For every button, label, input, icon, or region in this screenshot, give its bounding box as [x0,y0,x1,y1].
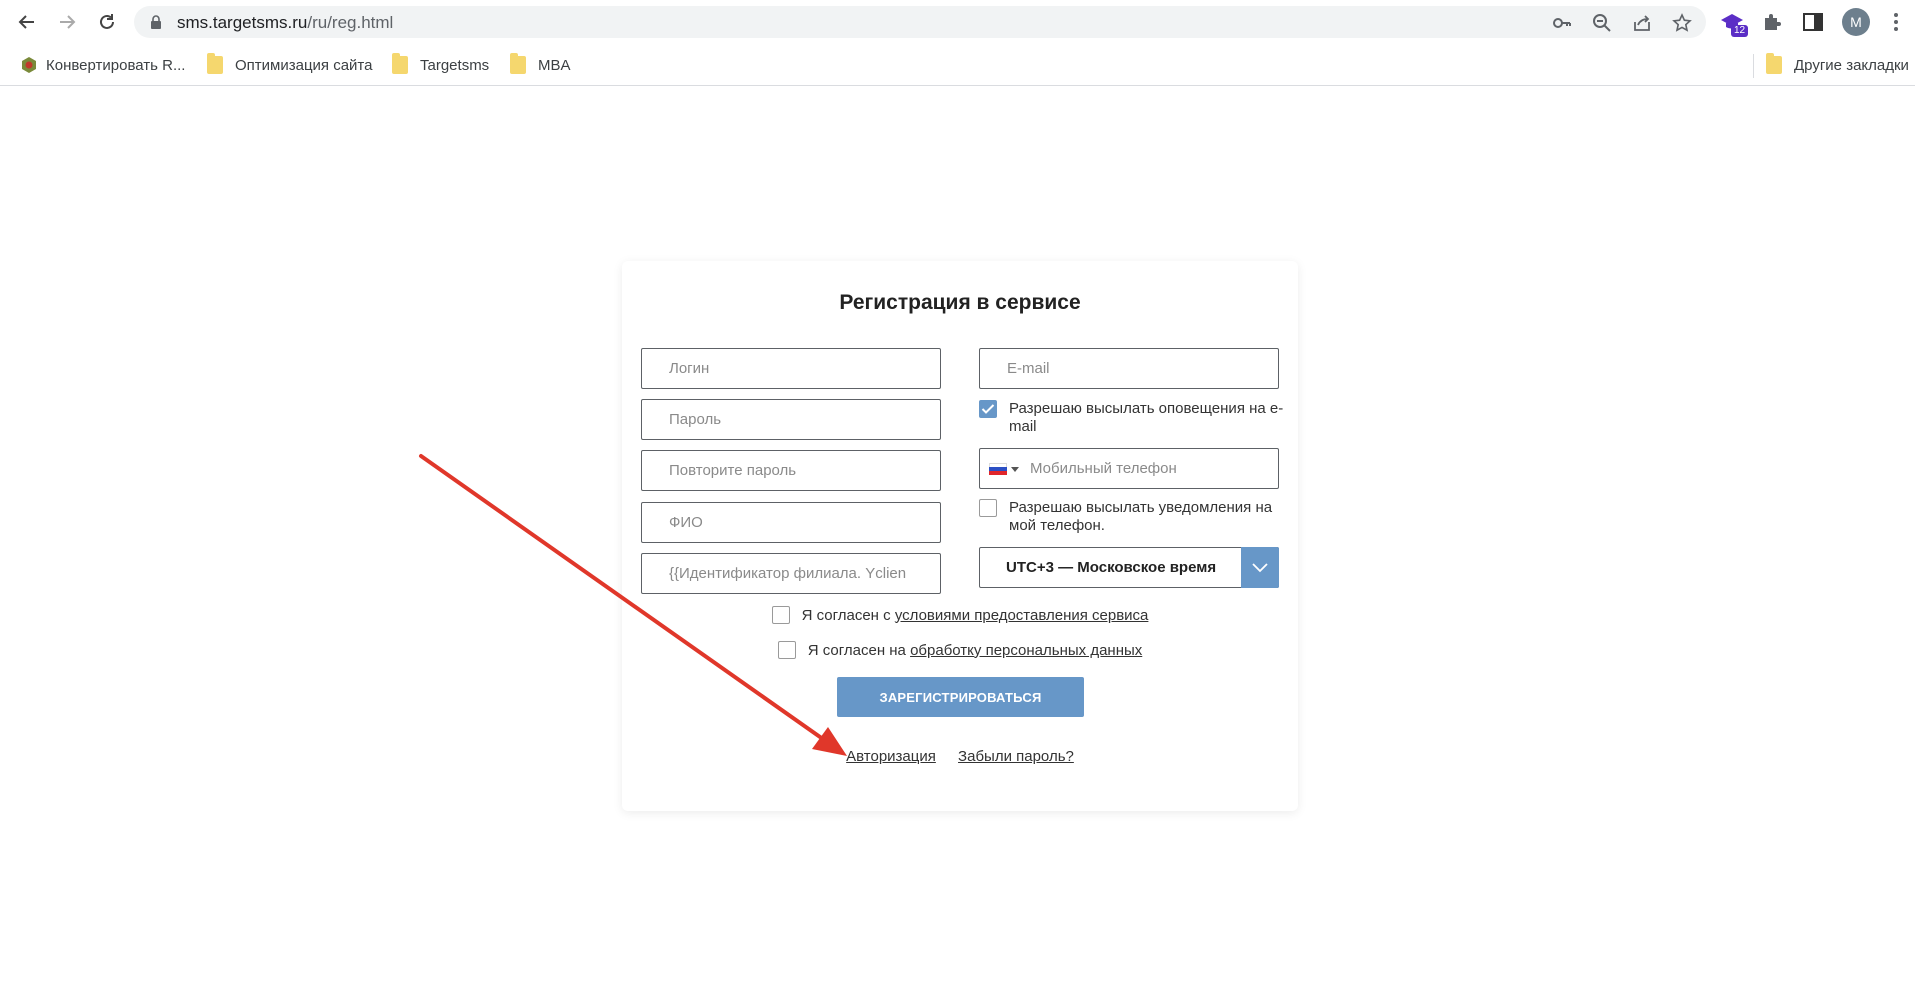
bookmark-label: Targetsms [420,56,490,74]
folder-icon [510,53,526,74]
folder-icon [392,53,408,74]
email-notify-checkbox[interactable] [979,400,997,418]
register-button[interactable]: ЗАРЕГИСТРИРОВАТЬСЯ [837,677,1084,717]
personal-data-checkbox[interactable] [777,641,796,659]
lock-icon [151,15,161,29]
avatar[interactable]: M [1842,8,1870,36]
phone-notify-checkbox[interactable] [979,499,997,517]
login-field[interactable] [641,348,941,389]
url-host: sms.targetsms.ru [177,13,308,32]
auth-link[interactable]: Авторизация [846,748,936,765]
terms-prefix: Я согласен с [801,606,891,624]
bookmark-star-icon[interactable] [1672,13,1692,33]
bookmark-label: Оптимизация сайта [235,56,373,74]
timezone-value: UTC+3 — Московское время, [1006,559,1216,576]
folder-icon [207,53,223,74]
chevron-down-icon [1252,562,1268,572]
branch-id-input[interactable] [642,554,940,593]
login-input[interactable] [642,349,940,388]
kebab-menu-icon[interactable] [1886,10,1906,34]
personal-data-agreement-row[interactable]: Я согласен на обработку персональных дан… [622,641,1298,659]
fullname-field[interactable] [641,502,941,543]
repeat-password-field[interactable] [641,450,941,491]
browser-toolbar: sms.targetsms.ru/ru/reg.html 12 M [0,0,1915,44]
share-icon[interactable] [1632,13,1652,33]
url-text: sms.targetsms.ru/ru/reg.html [177,13,393,33]
page-title: Регистрация в сервисе [839,291,1081,314]
phone-notify-label: Разрешаю высылать уведомления на мой тел… [1009,499,1273,534]
phone-input[interactable] [980,449,1278,488]
phone-notify-row[interactable]: Разрешаю высылать уведомления на мой тел… [979,499,1289,535]
phone-field[interactable] [979,448,1279,489]
personal-data-link[interactable]: обработку персональных данных [910,642,1142,659]
checkmark-icon [981,404,995,414]
site-favicon-icon [22,57,36,73]
personal-data-prefix: Я согласен на [807,641,906,659]
reload-icon[interactable] [94,9,120,35]
bookmarks-bar: Конвертировать R... Оптимизация сайта Ta… [0,44,1915,86]
country-caret-icon[interactable] [1011,467,1019,472]
branch-id-field[interactable] [641,553,941,594]
key-icon[interactable] [1552,13,1572,33]
bookmark-item[interactable]: Конвертировать R... [20,54,185,76]
timezone-select[interactable]: UTC+3 — Московское время, [979,547,1279,588]
side-panel-icon[interactable] [1801,10,1825,34]
extension-badge: 12 [1731,25,1749,37]
bookmark-item[interactable]: Targetsms [392,53,490,76]
forward-icon[interactable] [54,9,80,35]
bookmarks-divider [1753,54,1754,78]
bookmark-item[interactable]: Оптимизация сайта [207,53,373,76]
email-notify-row[interactable]: Разрешаю высылать оповещения на e-mail [979,400,1289,436]
fullname-input[interactable] [642,503,940,542]
password-field[interactable] [641,399,941,440]
other-bookmarks[interactable]: Другие закладки [1766,53,1909,76]
email-input[interactable] [980,349,1278,388]
url-path: /ru/reg.html [307,13,394,32]
form-links: Авторизация Забыли пароль? [622,748,1298,765]
timezone-dropdown-button[interactable] [1241,547,1279,588]
terms-agreement-row[interactable]: Я согласен с условиями предоставления се… [622,606,1298,624]
terms-checkbox[interactable] [771,606,790,624]
password-input[interactable] [642,400,940,439]
back-icon[interactable] [14,9,40,35]
forgot-password-link[interactable]: Забыли пароль? [958,748,1074,765]
puzzle-extensions-icon[interactable] [1761,10,1785,34]
bookmark-label: Конвертировать R... [46,56,186,74]
registration-card: Регистрация в сервисе Разрешаю высылать … [622,261,1298,811]
russia-flag-icon[interactable] [989,463,1007,475]
bookmark-item[interactable]: MBA [510,53,571,76]
folder-icon [1766,53,1782,74]
terms-link[interactable]: условиями предоставления сервиса [895,607,1149,624]
address-bar[interactable]: sms.targetsms.ru/ru/reg.html [134,6,1706,38]
other-bookmarks-label: Другие закладки [1794,56,1909,74]
email-field[interactable] [979,348,1279,389]
zoom-out-icon[interactable] [1592,13,1612,33]
repeat-password-input[interactable] [642,451,940,490]
email-notify-label: Разрешаю высылать оповещения на e-mail [1009,400,1284,435]
bookmark-label: MBA [538,56,571,74]
